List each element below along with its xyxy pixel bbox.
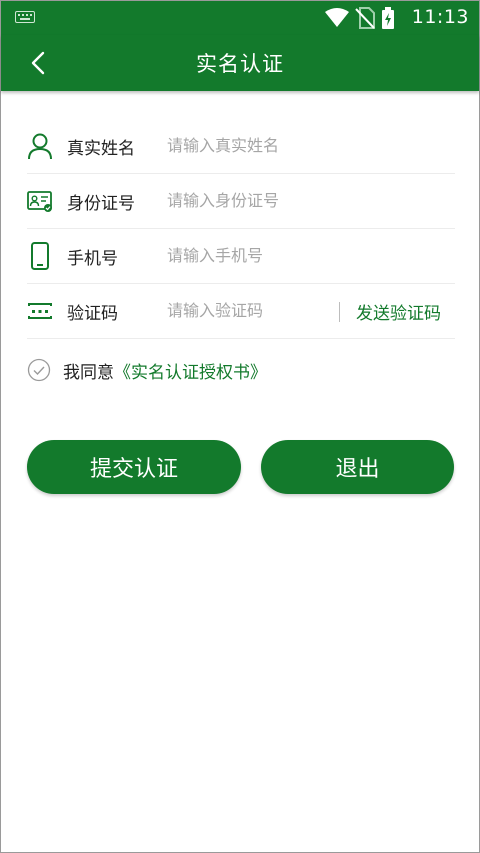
name-row: 真实姓名: [27, 119, 455, 174]
agreement-text: 我同意: [63, 362, 114, 383]
battery-icon: [382, 7, 394, 29]
id-input[interactable]: [167, 184, 327, 216]
phone-icon: [31, 242, 49, 270]
name-input[interactable]: [167, 129, 327, 161]
id-card-icon: [27, 191, 52, 212]
exit-button[interactable]: 退出: [261, 440, 454, 494]
agreement: 我同意 《实名认证授权书》: [27, 357, 267, 383]
keyboard-icon: [15, 11, 35, 23]
agreement-link[interactable]: 《实名认证授权书》: [114, 358, 267, 383]
code-input[interactable]: [167, 294, 327, 326]
code-icon: [28, 303, 52, 319]
status-icons: [325, 7, 395, 29]
wifi-icon: [325, 8, 349, 27]
verification-form: 真实姓名 身份证号 手机号 验证码: [27, 119, 455, 339]
page-title: 实名认证: [196, 52, 284, 76]
send-code-button[interactable]: 发送验证码: [356, 299, 441, 324]
app-bar: 实名认证: [1, 35, 479, 91]
code-row: 验证码 发送验证码: [27, 284, 455, 339]
phone-label: 手机号: [67, 249, 118, 269]
divider: [339, 302, 340, 322]
code-label: 验证码: [67, 304, 118, 324]
id-label: 身份证号: [67, 194, 135, 214]
phone-row: 手机号: [27, 229, 455, 284]
no-sim-icon: [355, 7, 375, 29]
status-time: 11:13: [411, 6, 469, 28]
submit-button[interactable]: 提交认证: [27, 440, 241, 494]
id-row: 身份证号: [27, 174, 455, 229]
person-icon: [28, 133, 52, 160]
name-label: 真实姓名: [67, 139, 135, 159]
circle-check-icon[interactable]: [27, 358, 51, 382]
phone-input[interactable]: [167, 239, 327, 271]
status-bar: 11:13: [1, 1, 479, 35]
